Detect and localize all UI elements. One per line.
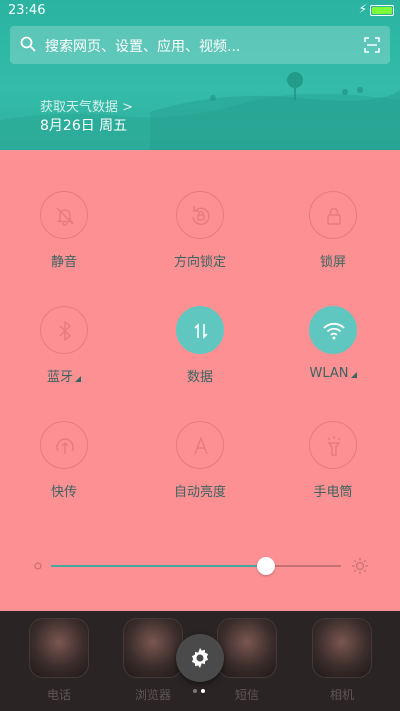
quick-settings-panel: 静音 方向锁定 锁屏 蓝牙 数据 WLAN 快传 自动亮度 手电筒 [0,150,400,611]
search-icon [20,36,36,52]
app-icon [312,618,372,678]
tile-auto-brightness[interactable]: 自动亮度 [145,421,255,511]
notification-header: 23:46 ⚡ 搜索网页、设置、应用、视频... 获取天气数据 > 8月26日 … [0,0,400,150]
rotation-lock-icon [176,191,224,239]
tile-label-text: 蓝牙 [46,370,73,385]
app-messages[interactable]: 短信 [215,618,279,703]
app-icon [29,618,89,678]
scan-icon[interactable] [364,37,380,53]
more-options-indicator-icon [350,372,357,378]
wifi-icon [309,306,357,354]
quick-transfer-icon [40,421,88,469]
app-label: 浏览器 [134,688,171,702]
lock-icon [309,191,357,239]
app-icon [123,618,183,678]
app-label: 相机 [329,688,354,702]
slider-thumb[interactable] [256,557,275,575]
tile-mobile-data[interactable]: 数据 [145,306,255,396]
tile-flashlight[interactable]: 手电筒 [278,421,388,511]
tile-label: 静音 [50,255,77,270]
app-label: 短信 [234,688,259,702]
flashlight-icon [309,421,357,469]
date-label: 8月26日 周五 [40,118,128,134]
tile-rotation-lock[interactable]: 方向锁定 [145,191,255,281]
brightness-slider[interactable] [33,556,369,576]
status-bar: 23:46 ⚡ [0,0,400,22]
app-camera[interactable]: 相机 [310,618,374,703]
status-time: 23:46 [8,3,46,18]
page-indicator [193,689,213,695]
tile-label: 蓝牙 [47,366,81,385]
mobile-data-icon [176,306,224,354]
search-input[interactable]: 搜索网页、设置、应用、视频... [10,26,390,64]
more-options-indicator-icon [75,376,81,382]
brightness-low-icon [34,562,42,570]
battery-icon [370,5,394,16]
tile-label: 自动亮度 [173,485,226,500]
search-placeholder: 搜索网页、设置、应用、视频... [45,39,241,55]
slider-fill [51,565,266,567]
auto-brightness-icon [176,421,224,469]
brightness-high-icon [352,558,368,574]
charging-icon: ⚡ [358,2,367,16]
gear-icon [191,648,209,668]
app-label: 电话 [46,688,71,702]
bell-muted-icon [40,191,88,239]
tile-quick-transfer[interactable]: 快传 [9,421,119,511]
tile-label: 数据 [186,370,213,385]
tile-label: 方向锁定 [173,255,226,270]
tile-bluetooth[interactable]: 蓝牙 [9,306,119,396]
tile-label: 手电筒 [313,485,353,500]
settings-button[interactable] [176,634,224,682]
tile-mute[interactable]: 静音 [9,191,119,281]
app-phone[interactable]: 电话 [27,618,91,703]
weather-link[interactable]: 获取天气数据 > [40,96,133,115]
battery-level [372,7,392,14]
tile-wlan[interactable]: WLAN [278,306,388,396]
tile-label: WLAN [309,366,357,381]
tile-label-text: WLAN [309,366,349,381]
page-dot [201,689,205,693]
bluetooth-icon [40,306,88,354]
tile-label: 快传 [50,485,77,500]
tile-label: 锁屏 [319,255,346,270]
app-icon [217,618,277,678]
page-dot [193,689,197,693]
tile-lock-screen[interactable]: 锁屏 [278,191,388,281]
